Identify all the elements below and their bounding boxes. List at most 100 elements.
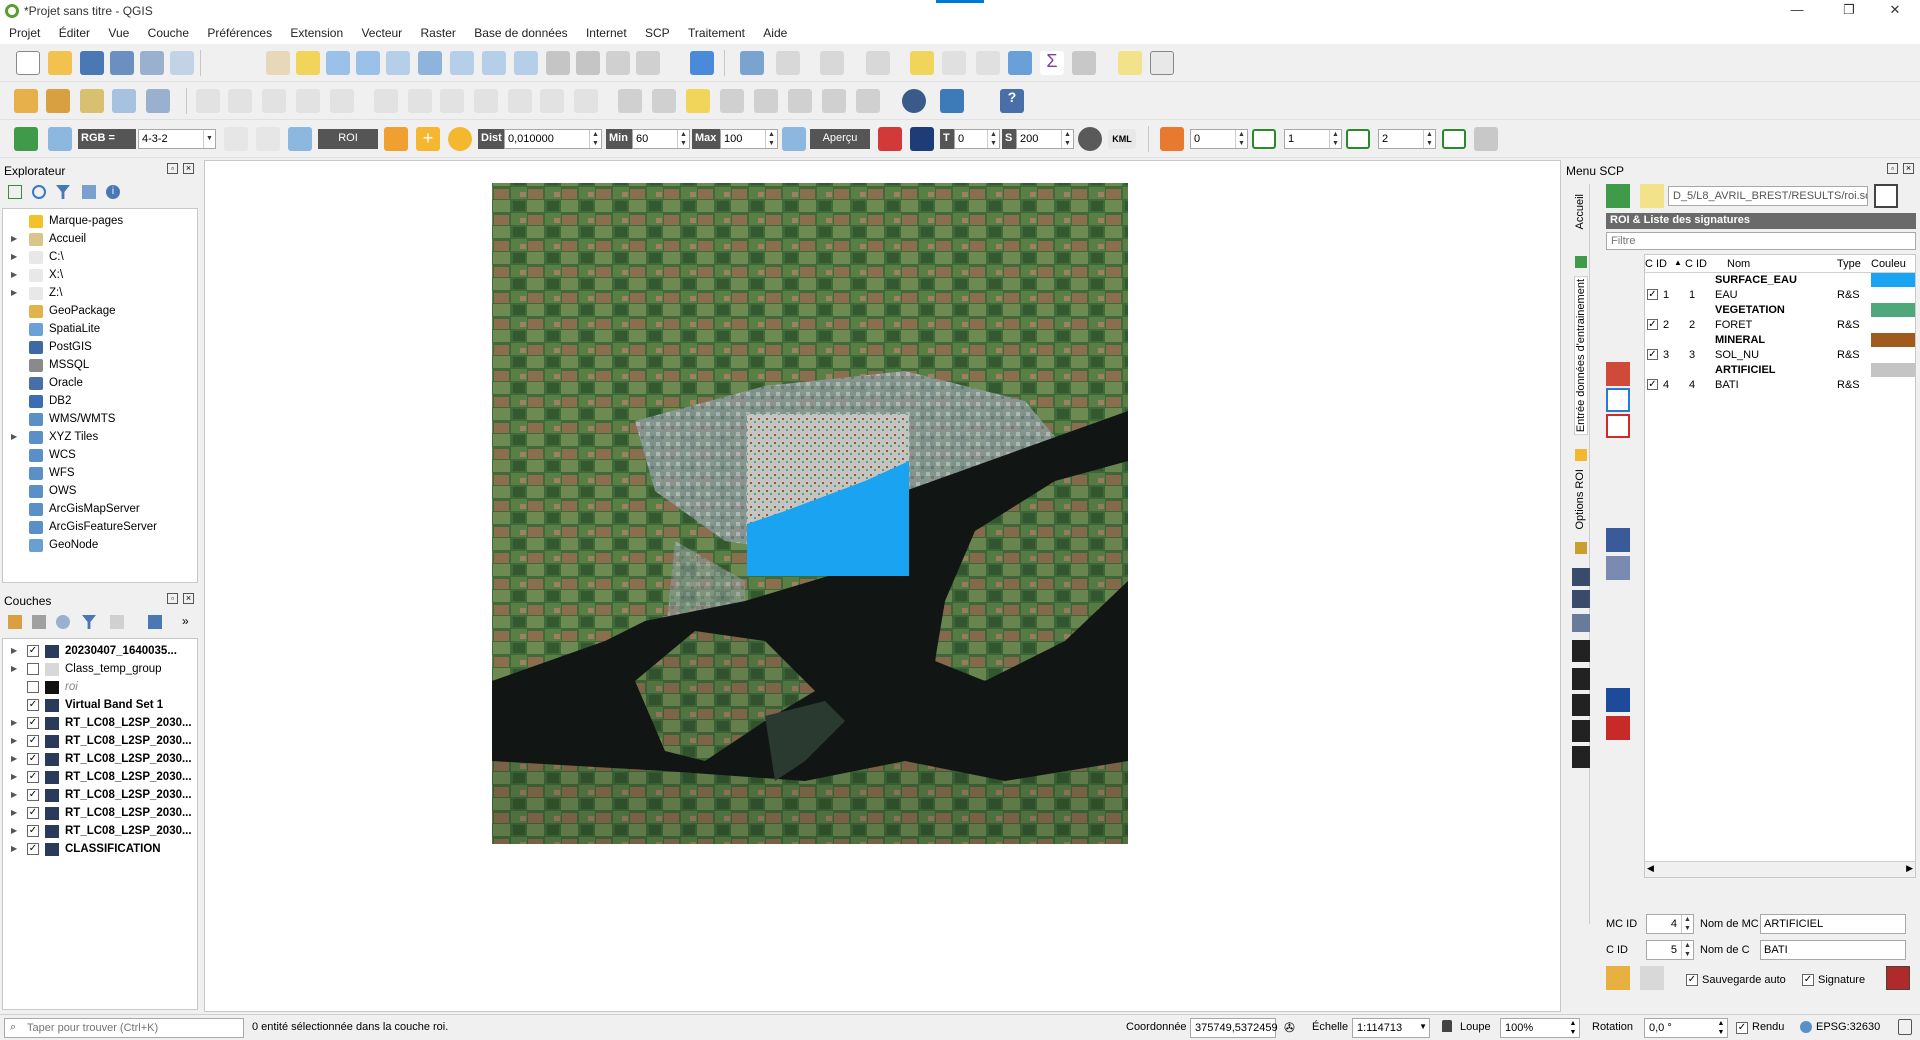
delete-selected-icon[interactable]: [408, 89, 432, 113]
band-table-icon[interactable]: [1474, 127, 1498, 151]
band3-next-icon[interactable]: [1442, 129, 1466, 149]
explorer-item[interactable]: ▶ Z:\: [3, 285, 197, 303]
layer-visibility-checkbox[interactable]: ✓: [27, 807, 39, 819]
attribute-table-icon[interactable]: [942, 51, 966, 75]
data-source-manager-icon[interactable]: [14, 89, 38, 113]
processing-toolbox-icon[interactable]: [1008, 51, 1032, 75]
layer-visibility-checkbox[interactable]: ✓: [27, 771, 39, 783]
float-panel-icon[interactable]: ▫: [1887, 163, 1898, 174]
explorer-item[interactable]: Marque-pages: [3, 213, 197, 231]
undo-roi-icon[interactable]: [1640, 966, 1664, 990]
coord-field[interactable]: 375749,5372459: [1190, 1018, 1278, 1038]
expand-arrow-icon[interactable]: ▶: [11, 772, 17, 781]
explorer-item[interactable]: DB2: [3, 393, 197, 411]
explorer-item[interactable]: ▶ Accueil: [3, 231, 197, 249]
zoom-full-icon[interactable]: [418, 51, 442, 75]
macroclass-row[interactable]: MINERAL: [1645, 333, 1915, 348]
epsg-label[interactable]: EPSG:32630: [1816, 1021, 1880, 1033]
print-layout-icon[interactable]: [140, 51, 164, 75]
menu-extension[interactable]: Extension: [281, 24, 349, 40]
zoom-rubberband-icon[interactable]: [386, 51, 410, 75]
remove-temp-icon[interactable]: [1078, 127, 1102, 151]
undo-icon[interactable]: [540, 89, 564, 113]
save-signature-icon[interactable]: [1886, 966, 1910, 990]
expand-arrow-icon[interactable]: ▶: [11, 234, 17, 243]
menu-traitement[interactable]: Traitement: [679, 24, 751, 40]
explorer-item[interactable]: PostGIS: [3, 339, 197, 357]
band2-next-icon[interactable]: [1346, 129, 1370, 149]
redo-preview-icon[interactable]: [910, 127, 934, 151]
save-project-icon[interactable]: [80, 51, 104, 75]
band-stretch-icon[interactable]: [224, 127, 248, 151]
label-highlight-icon[interactable]: [686, 89, 710, 113]
color-swatch[interactable]: [1871, 363, 1915, 377]
layer-item[interactable]: ▶ ✓ 20230407_1640035...: [3, 643, 197, 661]
mc-id-field[interactable]: 4 ▲ ▼: [1646, 914, 1694, 934]
scatter-plot-icon[interactable]: [1606, 556, 1630, 580]
layer-visibility-checkbox[interactable]: ✓: [27, 717, 39, 729]
add-layer-icon[interactable]: [46, 89, 70, 113]
layer-visibility-checkbox[interactable]: ✓: [27, 843, 39, 855]
tab-entree-donnees[interactable]: Entrée données d'entrainement: [1574, 276, 1588, 436]
map-canvas[interactable]: [204, 160, 1561, 1012]
signature-row[interactable]: ✓ 1 1 EAU R&S: [1645, 288, 1915, 303]
messages-icon[interactable]: [1898, 1019, 1912, 1035]
explorer-item[interactable]: WFS: [3, 465, 197, 483]
spectral-signature-icon[interactable]: [1606, 528, 1630, 552]
signature-row[interactable]: ✓ 4 4 BATI R&S: [1645, 378, 1915, 393]
explorer-item[interactable]: SpatiaLite: [3, 321, 197, 339]
expand-arrow-icon[interactable]: ▶: [11, 270, 17, 279]
crs-globe-icon[interactable]: [1800, 1021, 1812, 1033]
c-name-field[interactable]: BATI: [1760, 940, 1906, 960]
menu-projet[interactable]: Projet: [0, 24, 46, 40]
layer-item[interactable]: ▶ ✓ RT_LC08_L2SP_2030...: [3, 751, 197, 769]
zoom-in-icon[interactable]: [326, 51, 350, 75]
filter-input[interactable]: [1606, 232, 1916, 250]
classification-preview-icon[interactable]: [878, 127, 902, 151]
roi-create-icon[interactable]: [1606, 362, 1630, 386]
signature-checkbox[interactable]: ✓: [1647, 349, 1658, 360]
t-field[interactable]: 0 ▲ ▼: [954, 129, 1000, 149]
open-training-icon[interactable]: [1640, 184, 1664, 208]
add-selected-icon[interactable]: [8, 185, 22, 199]
refresh-icon[interactable]: [690, 51, 714, 75]
layer-item[interactable]: ▶ ✓ RT_LC08_L2SP_2030...: [3, 733, 197, 751]
signature-checkbox[interactable]: ✓: [1647, 289, 1658, 300]
delete-signature-icon[interactable]: [1606, 414, 1630, 438]
rotation-field[interactable]: 0,0 ° ▲ ▼: [1644, 1018, 1728, 1038]
explorer-item[interactable]: WMS/WMTS: [3, 411, 197, 429]
label-pin-icon[interactable]: [652, 89, 676, 113]
roi-polygon-icon[interactable]: [384, 127, 408, 151]
menu-aide[interactable]: Aide: [754, 24, 793, 40]
layers-stack2-icon[interactable]: [1572, 590, 1590, 608]
open-project-icon[interactable]: [48, 51, 72, 75]
explorer-item[interactable]: ▶ X:\: [3, 267, 197, 285]
min-field[interactable]: 60 ▲ ▼: [632, 129, 690, 149]
label-change-icon[interactable]: [822, 89, 846, 113]
zoom-last-icon[interactable]: [546, 51, 570, 75]
bookmarks-icon[interactable]: [636, 51, 660, 75]
layer-visibility-checkbox[interactable]: ✓: [27, 735, 39, 747]
menu-base-de-donnees[interactable]: Base de données: [465, 24, 573, 40]
s-field[interactable]: 200 ▲ ▼: [1016, 129, 1074, 149]
menu-couche[interactable]: Couche: [139, 24, 195, 40]
explorer-item[interactable]: GeoPackage: [3, 303, 197, 321]
band1-field[interactable]: 0 ▲ ▼: [1190, 129, 1248, 149]
menu-raster[interactable]: Raster: [412, 24, 462, 40]
more-chevron-icon[interactable]: »: [182, 614, 189, 628]
zoom-selection-icon[interactable]: [450, 51, 474, 75]
signature-row[interactable]: ✓ 3 3 SOL_NU R&S: [1645, 348, 1915, 363]
expand-arrow-icon[interactable]: ▶: [11, 790, 17, 799]
coord-toggle-icon[interactable]: ✇: [1284, 1020, 1295, 1036]
collapse-all-icon[interactable]: [82, 185, 96, 199]
layer-visibility-checkbox[interactable]: [27, 681, 39, 693]
menu-preferences[interactable]: Préférences: [198, 24, 278, 40]
export-signatures-icon[interactable]: [1606, 716, 1630, 740]
zoom-next-icon[interactable]: [576, 51, 600, 75]
field-calculator-icon[interactable]: [976, 51, 1000, 75]
identify-icon[interactable]: [740, 51, 764, 75]
statistics-sigma-icon[interactable]: Σ: [1040, 51, 1064, 75]
float-panel-icon[interactable]: ▫: [167, 163, 178, 174]
layer-item[interactable]: ▶ Class_temp_group: [3, 661, 197, 679]
horizontal-scrollbar[interactable]: ◀ ▶: [1645, 861, 1915, 877]
